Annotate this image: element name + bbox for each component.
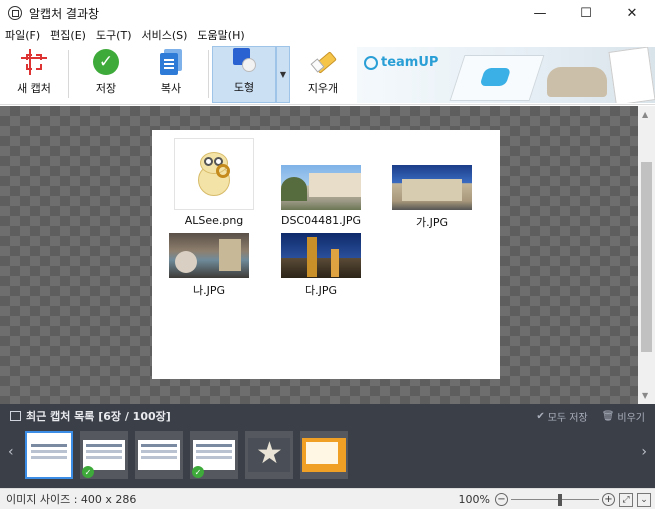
zoom-out-icon[interactable]: − bbox=[495, 493, 508, 506]
fit-to-window-icon[interactable]: ⤢ bbox=[619, 492, 633, 507]
dropdown-chevron-icon[interactable]: ⌄ bbox=[637, 492, 651, 507]
eraser-button[interactable]: 지우개 bbox=[294, 46, 352, 103]
saved-check-icon: ✓ bbox=[192, 466, 204, 478]
shape-label: 도형 bbox=[233, 81, 255, 94]
zoom-controls: 100% − + ⤢ ⌄ bbox=[459, 491, 651, 508]
file-item: 나.JPG bbox=[162, 233, 256, 298]
minimize-button[interactable]: — bbox=[517, 0, 563, 26]
toolbar-divider bbox=[208, 50, 209, 98]
recent-actions: ✔ 모두 저장 🗑 비우기 bbox=[522, 409, 645, 424]
clear-button[interactable]: 🗑 비우기 bbox=[602, 409, 645, 424]
file-item: 다.JPG bbox=[274, 233, 368, 298]
shape-icon bbox=[231, 48, 257, 74]
eraser-label: 지우개 bbox=[307, 82, 339, 95]
checkmark-icon: ✓ bbox=[93, 49, 119, 75]
toolbar-divider bbox=[68, 50, 69, 98]
trash-icon: 🗑 bbox=[601, 411, 615, 422]
file-item: ALSee.png bbox=[167, 138, 261, 227]
image-size-text: 이미지 사이즈 : 400 x 286 bbox=[6, 493, 137, 506]
save-label: 저장 bbox=[95, 82, 117, 95]
vertical-scrollbar[interactable]: ▲ ▼ bbox=[638, 106, 655, 404]
next-arrow-icon[interactable]: › bbox=[641, 444, 647, 460]
zoom-in-icon[interactable]: + bbox=[602, 493, 615, 506]
file-name: DSC04481.JPG bbox=[280, 214, 362, 227]
ad-banner[interactable]: teamUP bbox=[357, 47, 655, 103]
app-icon bbox=[8, 6, 22, 20]
banner-logo: teamUP bbox=[364, 55, 438, 70]
recent-title: 최근 캡처 목록 [6장 / 100장] bbox=[26, 410, 171, 423]
copy-icon bbox=[160, 49, 182, 75]
alsee-mascot-icon bbox=[194, 150, 234, 198]
hand-illustration bbox=[547, 67, 607, 97]
status-bar: 이미지 사이즈 : 400 x 286 100% − + ⤢ ⌄ bbox=[0, 488, 655, 509]
copy-button[interactable]: 복사 bbox=[143, 46, 199, 103]
menu-edit[interactable]: 편집(E) bbox=[45, 27, 91, 43]
recent-item[interactable]: ✓ bbox=[80, 431, 128, 479]
captured-image[interactable]: ALSee.png DSC04481.JPG 가.JPG 나.JPG 다.JPG bbox=[152, 130, 500, 379]
recent-header: 최근 캡처 목록 [6장 / 100장] ✔ 모두 저장 🗑 비우기 bbox=[0, 404, 655, 428]
recent-thumbnail bbox=[248, 438, 290, 472]
new-capture-label: 새 캡처 bbox=[17, 82, 51, 95]
recent-item[interactable] bbox=[135, 431, 183, 479]
banner-brand: teamUP bbox=[381, 55, 439, 70]
menu-tools[interactable]: 도구(T) bbox=[91, 27, 137, 43]
clear-label: 비우기 bbox=[617, 413, 645, 424]
alsee-thumbnail bbox=[174, 138, 254, 210]
copy-label: 복사 bbox=[160, 82, 182, 95]
document-illustration bbox=[608, 47, 655, 103]
saved-check-icon: ✓ bbox=[82, 466, 94, 478]
new-capture-button[interactable]: 새 캡처 bbox=[6, 46, 62, 103]
eraser-icon bbox=[310, 49, 337, 75]
recent-item[interactable] bbox=[245, 431, 293, 479]
capture-canvas[interactable]: ALSee.png DSC04481.JPG 가.JPG 나.JPG 다.JPG bbox=[0, 106, 638, 404]
tablet-illustration bbox=[449, 55, 545, 101]
save-all-button[interactable]: ✔ 모두 저장 bbox=[536, 409, 587, 424]
file-name: 가.JPG bbox=[415, 216, 449, 229]
photo-thumbnail bbox=[392, 165, 472, 210]
recent-thumbnail bbox=[302, 438, 346, 472]
menu-file[interactable]: 파일(F) bbox=[0, 27, 45, 43]
file-item: DSC04481.JPG bbox=[274, 165, 368, 227]
recent-item[interactable]: ✓ bbox=[190, 431, 238, 479]
photo-thumbnail bbox=[281, 233, 361, 278]
photo-thumbnail bbox=[281, 165, 361, 210]
scroll-down-icon[interactable]: ▼ bbox=[642, 391, 648, 400]
maximize-button[interactable]: ☐ bbox=[563, 0, 609, 26]
file-name: ALSee.png bbox=[184, 214, 244, 227]
scrollbar-thumb[interactable] bbox=[641, 162, 652, 352]
save-button[interactable]: ✓ 저장 bbox=[78, 46, 134, 103]
recent-strip: ✓ ✓ bbox=[25, 431, 355, 481]
menu-help[interactable]: 도움말(H) bbox=[192, 27, 249, 43]
recent-item[interactable] bbox=[25, 431, 73, 479]
file-item: 가.JPG bbox=[385, 165, 479, 230]
zoom-percent: 100% bbox=[458, 493, 490, 506]
close-button[interactable]: ✕ bbox=[609, 0, 655, 26]
photo-thumbnail bbox=[169, 233, 249, 278]
recent-captures-panel: 최근 캡처 목록 [6장 / 100장] ✔ 모두 저장 🗑 비우기 ‹ › ✓ ✓ bbox=[0, 404, 655, 488]
prev-arrow-icon[interactable]: ‹ bbox=[8, 444, 14, 460]
file-name: 다.JPG bbox=[304, 284, 338, 297]
zoom-slider-track bbox=[511, 498, 599, 500]
recent-thumbnail bbox=[28, 440, 70, 470]
scroll-up-icon[interactable]: ▲ bbox=[642, 110, 648, 119]
checkmark-icon: ✔ bbox=[536, 411, 545, 422]
title-bar: 알캡처 결과창 — ☐ ✕ bbox=[0, 0, 655, 26]
menu-service[interactable]: 서비스(S) bbox=[136, 27, 192, 43]
shape-dropdown-chevron-icon[interactable]: ▼ bbox=[276, 46, 290, 103]
capture-icon bbox=[21, 49, 47, 75]
recent-thumbnail bbox=[138, 440, 180, 470]
file-name: 나.JPG bbox=[192, 284, 226, 297]
recent-item[interactable] bbox=[300, 431, 348, 479]
window-stack-icon bbox=[10, 411, 21, 421]
teamup-logo-icon bbox=[364, 55, 378, 70]
menu-bar: 파일(F) 편집(E) 도구(T) 서비스(S) 도움말(H) bbox=[0, 26, 655, 44]
zoom-slider-knob[interactable] bbox=[558, 493, 562, 506]
zoom-slider[interactable] bbox=[511, 493, 599, 506]
window-controls: — ☐ ✕ bbox=[517, 0, 655, 26]
window-title: 알캡처 결과창 bbox=[29, 6, 100, 21]
save-all-label: 모두 저장 bbox=[547, 413, 588, 424]
shape-button[interactable]: 도형 bbox=[212, 46, 276, 103]
